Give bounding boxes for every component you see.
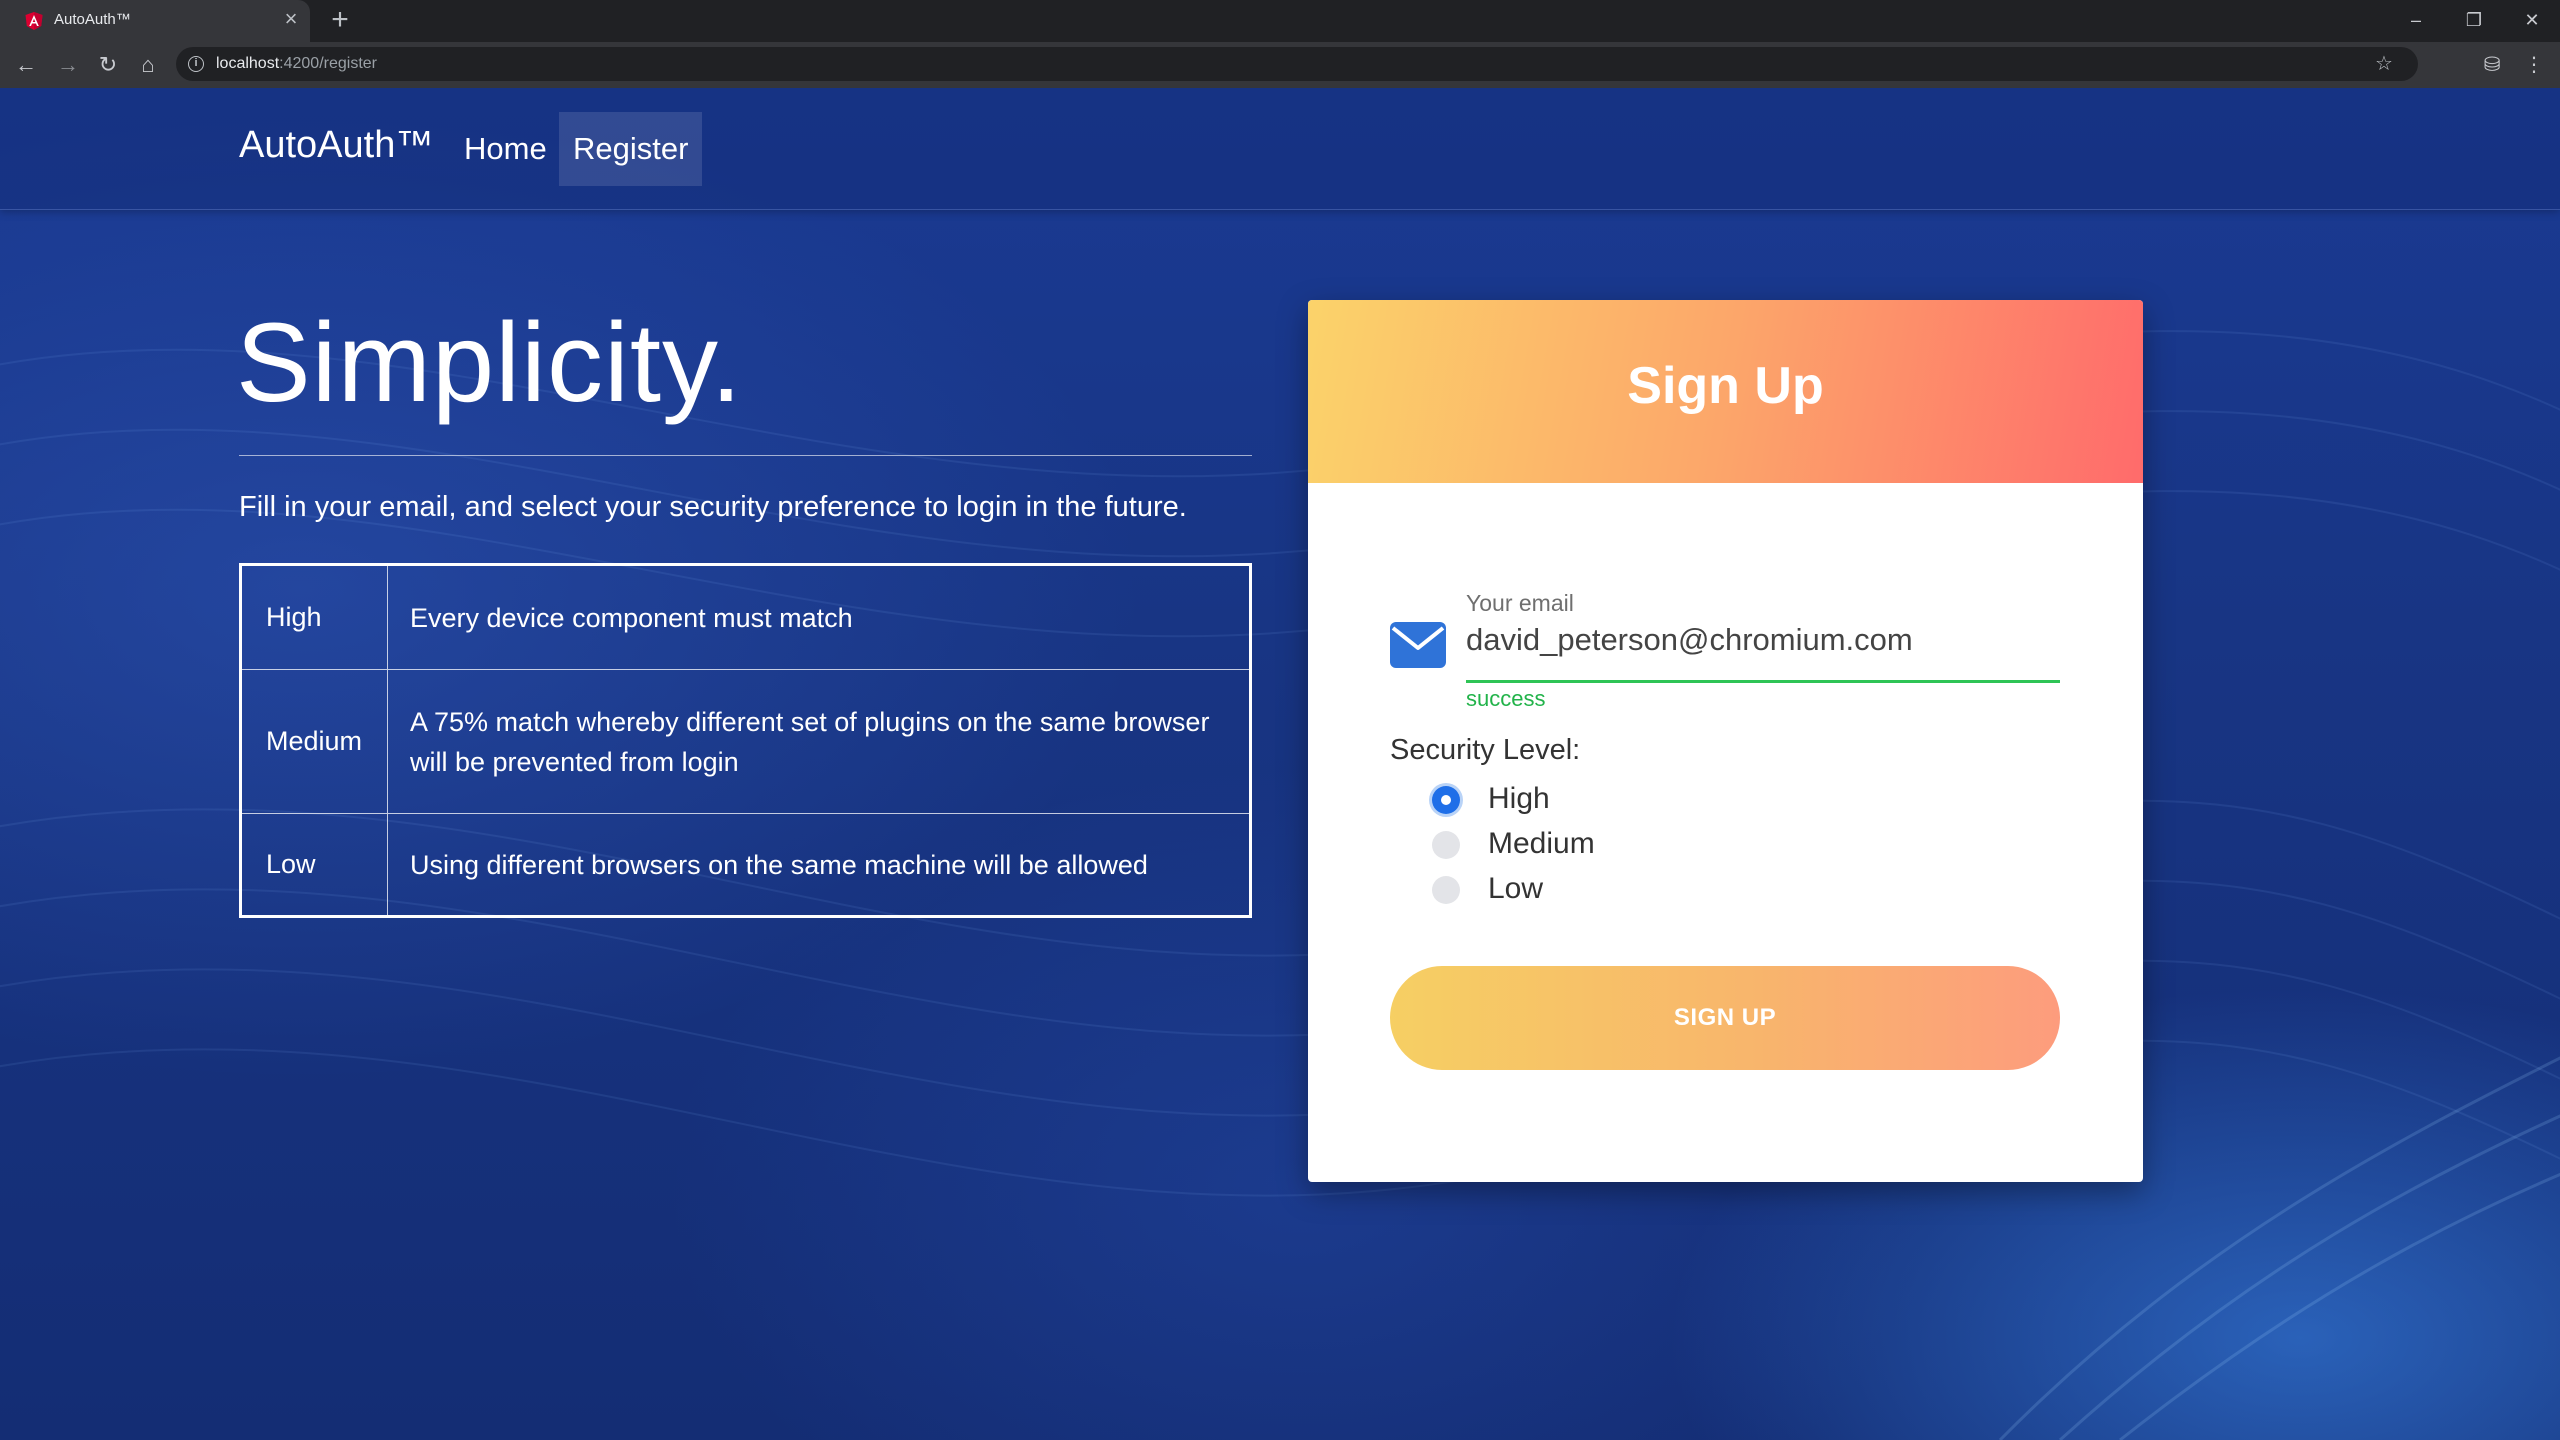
window-close-icon[interactable]: ✕ xyxy=(2510,4,2554,36)
reload-icon[interactable]: ↻ xyxy=(92,49,124,81)
table-cell-description: Using different browsers on the same mac… xyxy=(410,849,1148,880)
hero-title: Simplicity. xyxy=(236,300,743,425)
radio-label-high[interactable]: High xyxy=(1488,782,1550,816)
minimize-icon[interactable]: – xyxy=(2394,4,2438,36)
angular-favicon-icon xyxy=(25,12,43,30)
browser-toolbar: ← → ↻ ⌂ i localhost:4200/register ☆ ⛁ ⋮ xyxy=(0,42,2560,88)
hero-subtitle: Fill in your email, and select your secu… xyxy=(239,491,1187,523)
home-icon[interactable]: ⌂ xyxy=(132,49,164,81)
table-row: Medium A 75% match whereby different set… xyxy=(242,670,1249,814)
url-host: localhost xyxy=(216,55,280,72)
new-tab-icon[interactable]: + xyxy=(325,4,355,36)
page-background: AutoAuth™ Home Register Simplicity. Fill… xyxy=(0,88,2560,1440)
email-field-underline xyxy=(1466,680,2060,683)
email-field[interactable]: david_peterson@chromium.com xyxy=(1466,622,1913,658)
table-cell-description: A 75% match whereby different set of plu… xyxy=(410,706,1210,777)
site-info-icon[interactable]: i xyxy=(188,56,204,72)
browser-tab-strip: AutoAuth™ × + – ❐ ✕ xyxy=(0,0,2560,42)
table-row: High Every device component must match xyxy=(242,566,1249,670)
tab-title: AutoAuth™ xyxy=(54,11,131,28)
radio-label-low[interactable]: Low xyxy=(1488,872,1543,906)
nav-home[interactable]: Home xyxy=(450,112,561,186)
email-label: Your email xyxy=(1466,590,1574,616)
address-bar[interactable]: i localhost:4200/register ☆ xyxy=(176,47,2418,81)
radio-option-medium[interactable]: Medium xyxy=(1432,825,1732,865)
top-navbar: AutoAuth™ Home Register xyxy=(0,88,2560,210)
restore-icon[interactable]: ❐ xyxy=(2452,4,2496,36)
table-cell-description: Every device component must match xyxy=(410,602,853,633)
url-path: :4200/register xyxy=(279,55,377,72)
table-cell-level: High xyxy=(242,566,388,669)
browser-tab[interactable]: AutoAuth™ × xyxy=(0,0,310,42)
browser-menu-icon[interactable]: ⋮ xyxy=(2518,49,2550,81)
security-level-label: Security Level: xyxy=(1390,734,1581,766)
tab-close-icon[interactable]: × xyxy=(280,8,302,30)
table-cell-level: Low xyxy=(242,814,388,915)
radio-label-medium[interactable]: Medium xyxy=(1488,827,1595,861)
radio-medium[interactable] xyxy=(1432,831,1460,859)
back-icon[interactable]: ← xyxy=(10,49,42,81)
hero-divider xyxy=(239,455,1252,456)
signup-title: Sign Up xyxy=(1627,357,1824,415)
radio-low[interactable] xyxy=(1432,876,1460,904)
incognito-icon[interactable]: ⛁ xyxy=(2476,49,2508,81)
radio-option-high[interactable]: High xyxy=(1432,780,1732,820)
email-validation-status: success xyxy=(1466,686,1546,711)
radio-option-low[interactable]: Low xyxy=(1432,870,1732,910)
nav-register[interactable]: Register xyxy=(559,112,703,186)
radio-high[interactable] xyxy=(1432,786,1460,814)
signup-card-header: Sign Up xyxy=(1308,300,2143,483)
table-row: Low Using different browsers on the same… xyxy=(242,814,1249,915)
address-url: localhost:4200/register xyxy=(216,55,377,73)
brand-logo[interactable]: AutoAuth™ xyxy=(239,124,433,167)
security-levels-table: High Every device component must match M… xyxy=(239,563,1252,918)
forward-icon[interactable]: → xyxy=(52,49,84,81)
bookmark-star-icon[interactable]: ☆ xyxy=(2370,50,2398,78)
table-cell-level: Medium xyxy=(242,670,388,813)
envelope-icon xyxy=(1390,622,1446,668)
signup-card: Sign Up Your email david_peterson@chromi… xyxy=(1308,300,2143,1182)
signup-button[interactable]: SIGN UP xyxy=(1390,966,2060,1070)
